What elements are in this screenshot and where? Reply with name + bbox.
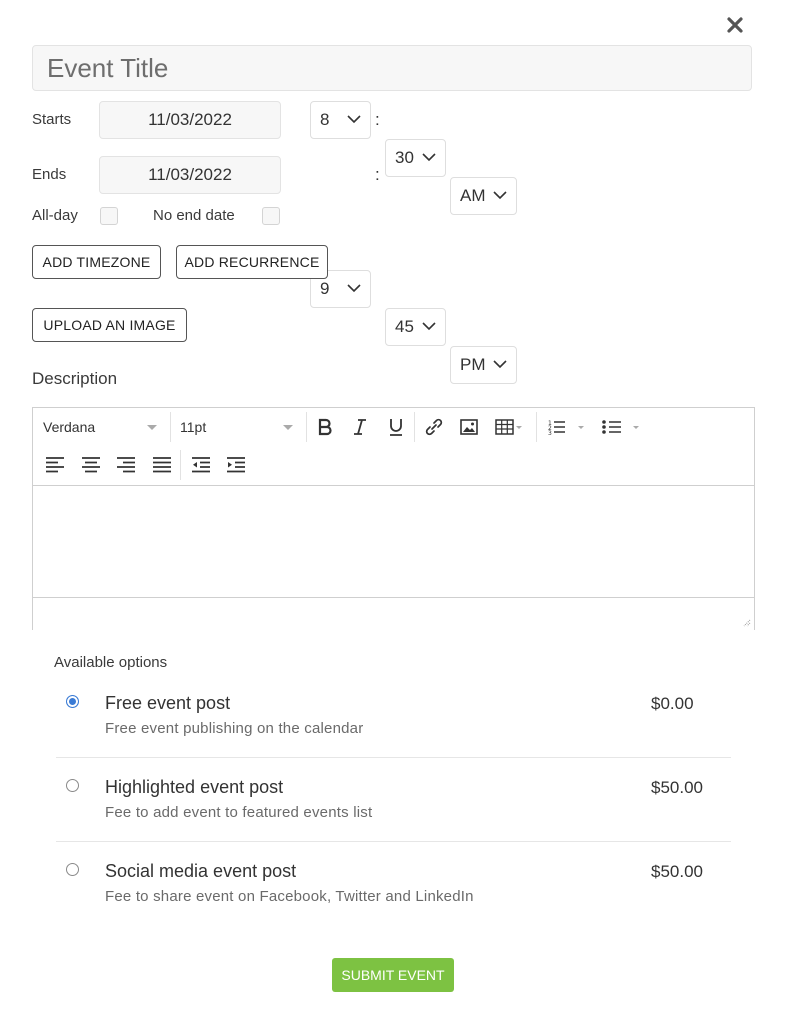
toolbar-separator [170,412,171,442]
editor-toolbar-row2 [33,446,754,484]
event-title-input[interactable] [32,45,752,91]
option-price: $50.00 [651,778,703,797]
font-size-value: 11pt [180,419,207,435]
end-ampm-value: PM [460,355,486,374]
indent-icon[interactable] [225,455,247,475]
numbered-list-icon[interactable]: 123 [546,417,588,437]
end-hour-value: 9 [320,279,330,298]
resize-grip-icon[interactable] [741,617,751,627]
table-icon[interactable] [493,417,525,437]
close-icon[interactable] [724,14,746,36]
option-radio-free[interactable] [66,695,79,708]
font-family-select[interactable]: Verdana [43,408,163,446]
options-title: Available options [54,654,168,671]
divider [56,841,731,842]
submit-event-button[interactable]: SUBMIT EVENT [332,958,454,992]
align-justify-icon[interactable] [151,455,173,475]
toolbar-separator [414,412,415,442]
ends-label: Ends [32,166,67,183]
start-date-field[interactable]: 11/03/2022 [99,101,281,139]
toolbar-separator [306,412,307,442]
start-hour-value: 8 [320,110,330,129]
italic-icon[interactable] [349,417,371,437]
chevron-down-icon [422,322,436,331]
editor-content-area[interactable] [33,485,754,598]
align-left-icon[interactable] [44,455,66,475]
link-icon[interactable] [423,417,445,437]
add-recurrence-button[interactable]: ADD RECURRENCE [176,245,328,279]
end-minute-select[interactable]: 45 [385,308,446,346]
option-title: Free event post [105,693,231,713]
end-minute-value: 45 [395,317,414,336]
option-price: $50.00 [651,862,703,881]
option-radio-highlighted[interactable] [66,779,79,792]
time-separator: : [375,165,380,184]
start-minute-select[interactable]: 30 [385,139,446,177]
underline-icon[interactable] [385,417,407,437]
chevron-down-icon [347,115,361,124]
editor-statusbar [33,597,754,630]
bullet-list-icon[interactable] [600,417,642,437]
chevron-down-icon [347,284,361,293]
start-hour-select[interactable]: 8 [310,101,371,139]
editor-toolbar: Verdana 11pt 123 [33,408,754,446]
chevron-down-icon [493,360,507,369]
option-description: Free event publishing on the calendar [105,720,364,737]
add-timezone-button[interactable]: ADD TIMEZONE [32,245,161,279]
upload-image-button[interactable]: UPLOAD AN IMAGE [32,308,187,342]
chevron-down-icon [422,153,436,162]
toolbar-separator [180,450,181,480]
start-ampm-value: AM [460,186,486,205]
option-title: Social media event post [105,861,297,881]
font-family-value: Verdana [43,419,96,435]
divider [56,757,731,758]
end-ampm-select[interactable]: PM [450,346,517,384]
caret-down-icon [147,425,157,430]
option-description: Fee to share event on Facebook, Twitter … [105,888,474,905]
toolbar-separator [536,412,537,442]
description-editor: Verdana 11pt 123 [32,407,755,630]
svg-text:3: 3 [548,430,552,437]
starts-label: Starts [32,111,72,128]
option-title: Highlighted event post [105,777,284,797]
start-minute-value: 30 [395,148,414,167]
noend-checkbox[interactable] [262,207,280,225]
option-description: Fee to add event to featured events list [105,804,373,821]
align-right-icon[interactable] [115,455,137,475]
description-title: Description [32,369,118,388]
caret-down-icon [283,425,293,430]
start-ampm-select[interactable]: AM [450,177,517,215]
option-radio-social[interactable] [66,863,79,876]
end-date-field[interactable]: 11/03/2022 [99,156,281,194]
font-size-select[interactable]: 11pt [180,408,300,446]
allday-checkbox[interactable] [100,207,118,225]
bold-icon[interactable] [314,417,336,437]
image-icon[interactable] [458,417,480,437]
outdent-icon[interactable] [190,455,212,475]
allday-label: All-day [32,207,78,224]
chevron-down-icon [493,191,507,200]
noend-label: No end date [153,207,235,224]
time-separator: : [375,110,380,129]
option-price: $0.00 [651,694,694,713]
align-center-icon[interactable] [80,455,102,475]
